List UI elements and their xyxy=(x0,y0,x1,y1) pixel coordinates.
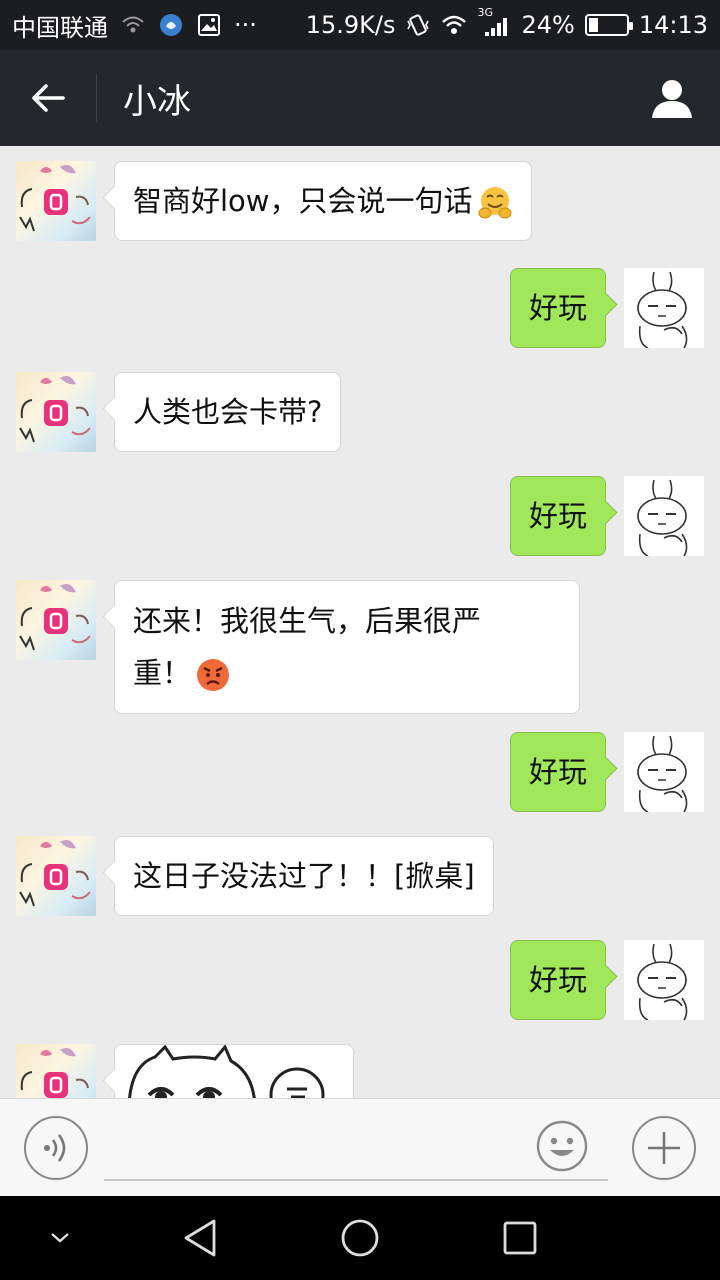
message-text: 好玩 xyxy=(528,963,587,997)
rabbit-avatar-art xyxy=(624,476,704,556)
message-bubble[interactable]: 好玩 xyxy=(509,940,606,1020)
emoji-button[interactable] xyxy=(536,1120,588,1172)
hide-nav-button[interactable] xyxy=(40,1218,80,1258)
chat-profile-button[interactable] xyxy=(624,50,720,146)
network-speed: 15.9K/s xyxy=(305,11,396,39)
message-text: 好玩 xyxy=(528,499,587,533)
header-divider xyxy=(96,74,97,122)
xiaobing-avatar-art xyxy=(19,584,91,651)
battery-percent: 24% xyxy=(521,11,575,39)
chat-header: 小冰 xyxy=(0,50,720,146)
message-text: 人类也会卡带? xyxy=(133,395,323,429)
vibrate-icon xyxy=(407,14,430,36)
chat-title: 小冰 xyxy=(123,81,191,122)
message-bubble[interactable]: 智商好low，只会说一句话 xyxy=(114,161,532,241)
sticker-image xyxy=(128,1044,325,1098)
xiaobing-avatar-art xyxy=(19,840,91,907)
xiaobing-avatar-art xyxy=(20,1048,89,1098)
battery-level-fill xyxy=(588,18,598,32)
user-avatar[interactable] xyxy=(624,476,704,556)
rabbit-avatar-art xyxy=(624,268,704,348)
xiaobing-avatar[interactable] xyxy=(16,1044,96,1098)
user-avatar[interactable] xyxy=(624,940,704,1020)
sticker-bubble[interactable] xyxy=(114,1044,354,1098)
back-button[interactable] xyxy=(0,50,96,146)
message-bubble[interactable]: 人类也会卡带? xyxy=(114,372,342,452)
message-bubble[interactable]: 好玩 xyxy=(509,476,606,556)
wifi-hotspot-icon xyxy=(122,16,144,33)
nav-back-button[interactable] xyxy=(180,1218,220,1258)
wifi-icon xyxy=(442,15,467,34)
battery-icon xyxy=(584,14,633,36)
xiaobing-avatar-art xyxy=(19,165,91,232)
message-bubble[interactable]: 这日子没法过了！！[掀桌] xyxy=(114,836,494,916)
user-avatar[interactable] xyxy=(624,732,704,812)
nav-home-button[interactable] xyxy=(340,1218,380,1258)
message-list[interactable]: 智商好low，只会说一句话 好玩 人类也会卡带? 好玩 还来！我很生气，后果很严… xyxy=(0,146,720,1098)
square-recents-icon xyxy=(503,1221,537,1255)
hugging-face-emoji-icon xyxy=(478,187,512,219)
carrier-label: 中国联通 xyxy=(12,13,108,42)
xiaobing-avatar[interactable] xyxy=(16,580,96,660)
status-bar: 中国联通 ··· 15.9K/s 3G 24% 14:13 xyxy=(0,0,720,50)
message-input[interactable] xyxy=(104,1119,608,1181)
image-notification-icon xyxy=(198,14,220,36)
message-text-continued: 重！ xyxy=(133,656,192,690)
chevron-down-icon xyxy=(51,1233,69,1243)
circle-home-icon xyxy=(341,1219,379,1257)
triangle-back-icon xyxy=(184,1219,216,1257)
back-arrow-icon xyxy=(32,84,65,112)
app-notification-icon xyxy=(160,14,182,36)
xiaobing-avatar-art xyxy=(19,376,91,443)
message-text: 智商好low，只会说一句话 xyxy=(133,184,473,218)
input-bar xyxy=(0,1098,720,1196)
system-nav-bar xyxy=(0,1196,720,1280)
more-notifications: ··· xyxy=(234,11,257,39)
clock: 14:13 xyxy=(638,11,708,39)
voice-icon xyxy=(44,1134,66,1162)
message-text: 还来！我很生气，后果很严 xyxy=(133,604,482,638)
xiaobing-avatar[interactable] xyxy=(16,372,96,452)
rabbit-avatar-art xyxy=(624,732,704,812)
more-options-button[interactable] xyxy=(632,1116,696,1180)
network-type-label: 3G xyxy=(477,6,494,19)
message-bubble[interactable]: 还来！我很生气，后果很严 重！ xyxy=(114,580,580,714)
message-text: 这日子没法过了！！[掀桌] xyxy=(133,859,475,893)
message-bubble[interactable]: 好玩 xyxy=(509,268,606,348)
xiaobing-avatar[interactable] xyxy=(16,161,96,241)
angry-face-emoji-icon xyxy=(197,659,230,691)
person-icon xyxy=(652,80,692,118)
nav-recents-button[interactable] xyxy=(500,1218,540,1258)
message-text: 好玩 xyxy=(528,755,587,789)
plus-icon xyxy=(648,1132,680,1164)
xiaobing-avatar[interactable] xyxy=(16,836,96,916)
message-bubble[interactable]: 好玩 xyxy=(509,732,606,812)
voice-input-button[interactable] xyxy=(24,1116,88,1180)
cell-signal: 3G xyxy=(477,6,511,38)
rabbit-avatar-art xyxy=(624,940,704,1020)
smiley-icon xyxy=(536,1120,588,1172)
user-avatar[interactable] xyxy=(624,268,704,348)
message-text: 好玩 xyxy=(528,291,587,325)
